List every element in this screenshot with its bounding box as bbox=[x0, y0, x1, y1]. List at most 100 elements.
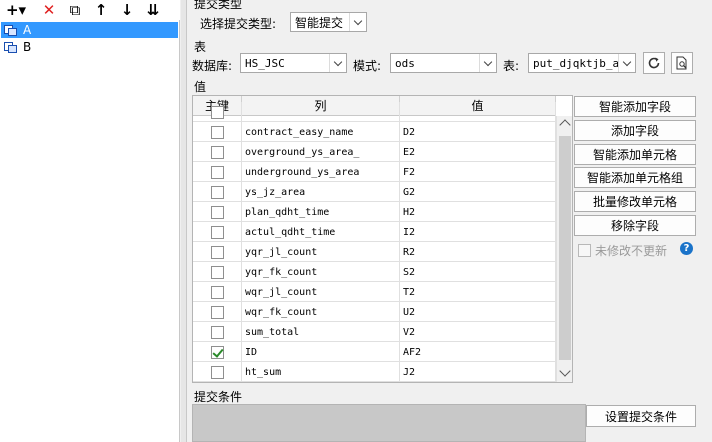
value-cell[interactable]: AF2 bbox=[400, 342, 556, 362]
submit-type-value: 智能提交 bbox=[295, 15, 344, 30]
add-field-button[interactable]: 添加字段 bbox=[574, 120, 696, 141]
value-cell[interactable]: G2 bbox=[400, 182, 556, 202]
table-row[interactable]: underground_ys_area F2 bbox=[193, 162, 556, 182]
sort-icon[interactable]: ⇊ bbox=[142, 0, 164, 20]
table-row[interactable]: ys_jz_area G2 bbox=[193, 182, 556, 202]
table-row[interactable]: ID AF2 bbox=[193, 342, 556, 362]
preview-button[interactable] bbox=[671, 52, 693, 74]
column-name-cell[interactable]: plan_qdht_time bbox=[242, 202, 400, 222]
primary-key-checkbox[interactable] bbox=[210, 345, 224, 359]
column-name-cell[interactable]: overground_ys_area_ bbox=[242, 142, 400, 162]
smart-add-field-button[interactable]: 智能添加字段 bbox=[574, 96, 696, 117]
value-cell[interactable]: J2 bbox=[400, 362, 556, 382]
table-row[interactable]: sum_total V2 bbox=[193, 322, 556, 342]
value-cell[interactable]: S2 bbox=[400, 262, 556, 282]
primary-key-checkbox[interactable] bbox=[210, 265, 224, 279]
remove-field-button[interactable]: 移除字段 bbox=[574, 215, 696, 236]
primary-key-checkbox[interactable] bbox=[210, 105, 224, 119]
column-name-cell[interactable]: yqr_fk_count bbox=[242, 262, 400, 282]
primary-key-checkbox[interactable] bbox=[210, 245, 224, 259]
table-row[interactable]: ht_sum J2 bbox=[193, 362, 556, 382]
table-row[interactable]: wqr_fk_count U2 bbox=[193, 302, 556, 322]
value-cell[interactable]: T2 bbox=[400, 282, 556, 302]
scroll-up-icon[interactable] bbox=[559, 119, 571, 131]
no-update-unmodified-checkbox[interactable] bbox=[578, 244, 591, 257]
chevron-down-icon bbox=[479, 54, 496, 72]
column-name-cell[interactable]: contract_easy_name bbox=[242, 122, 400, 142]
submit-type-section-title: 提交类型 bbox=[194, 0, 243, 11]
no-update-unmodified-option[interactable]: 未修改不更新 bbox=[578, 242, 667, 259]
value-cell[interactable]: E2 bbox=[400, 142, 556, 162]
table-row[interactable]: plan_qdht_time H2 bbox=[193, 202, 556, 222]
value-cell[interactable]: D2 bbox=[400, 122, 556, 142]
tree-item-b[interactable]: B bbox=[1, 39, 178, 55]
column-name-cell[interactable]: ys_jz_area bbox=[242, 182, 400, 202]
batch-modify-cell-button[interactable]: 批量修改单元格 bbox=[574, 191, 696, 212]
tree-item-label: A bbox=[23, 23, 32, 37]
primary-key-cell bbox=[193, 182, 242, 202]
primary-key-checkbox[interactable] bbox=[210, 185, 224, 199]
delete-icon[interactable]: ✕ bbox=[38, 0, 60, 20]
table-value: put_djqktjb_a bbox=[533, 56, 620, 70]
primary-key-checkbox[interactable] bbox=[210, 365, 224, 379]
primary-key-cell bbox=[193, 282, 242, 302]
preview-icon bbox=[676, 56, 687, 70]
value-cell[interactable]: F2 bbox=[400, 162, 556, 182]
submit-type-select[interactable]: 智能提交 bbox=[290, 12, 367, 32]
primary-key-checkbox[interactable] bbox=[210, 145, 224, 159]
move-down-icon[interactable]: ↓ bbox=[116, 0, 138, 20]
column-name-cell[interactable]: actul_qdht_time bbox=[242, 222, 400, 242]
primary-key-cell bbox=[193, 322, 242, 342]
column-name-cell[interactable]: ht_sum bbox=[242, 362, 400, 382]
column-name-cell[interactable]: yqr_jl_count bbox=[242, 242, 400, 262]
primary-key-checkbox[interactable] bbox=[210, 225, 224, 239]
primary-key-checkbox[interactable] bbox=[210, 205, 224, 219]
submit-type-label: 选择提交类型: bbox=[200, 17, 277, 31]
column-name-cell[interactable]: wqr_jl_count bbox=[242, 282, 400, 302]
move-up-icon[interactable]: ↑ bbox=[90, 0, 112, 20]
column-name-cell[interactable]: wqr_fk_count bbox=[242, 302, 400, 322]
primary-key-cell bbox=[193, 362, 242, 382]
table-row[interactable]: wqr_jl_count T2 bbox=[193, 282, 556, 302]
panel-splitter[interactable] bbox=[181, 0, 187, 442]
column-name-cell[interactable]: underground_ys_area bbox=[242, 162, 400, 182]
scroll-down-icon[interactable] bbox=[559, 365, 571, 377]
table-scrollbar[interactable] bbox=[556, 116, 572, 382]
table-row[interactable]: actul_qdht_time I2 bbox=[193, 222, 556, 242]
column-name-cell[interactable]: sum_total bbox=[242, 322, 400, 342]
help-icon[interactable]: ? bbox=[680, 242, 693, 255]
value-cell[interactable]: I2 bbox=[400, 222, 556, 242]
refresh-button[interactable] bbox=[643, 52, 665, 74]
value-cell[interactable]: U2 bbox=[400, 302, 556, 322]
schema-select[interactable]: ods bbox=[390, 53, 497, 73]
conditions-section-title: 提交条件 bbox=[194, 390, 243, 404]
primary-key-checkbox[interactable] bbox=[210, 165, 224, 179]
table-row[interactable]: contract_easy_name D2 bbox=[193, 122, 556, 142]
tree-item-a[interactable]: A bbox=[1, 22, 178, 38]
primary-key-cell bbox=[193, 142, 242, 162]
table-row[interactable]: yqr_fk_count S2 bbox=[193, 262, 556, 282]
table-select[interactable]: put_djqktjb_a bbox=[528, 53, 636, 73]
primary-key-checkbox[interactable] bbox=[210, 325, 224, 339]
primary-key-cell bbox=[193, 242, 242, 262]
set-conditions-button[interactable]: 设置提交条件 bbox=[586, 405, 696, 427]
column-name-cell[interactable]: ID bbox=[242, 342, 400, 362]
add-icon[interactable]: +▾ bbox=[2, 0, 30, 20]
table-row[interactable]: yqr_jl_count R2 bbox=[193, 242, 556, 262]
value-cell[interactable]: H2 bbox=[400, 202, 556, 222]
value-cell[interactable]: R2 bbox=[400, 242, 556, 262]
primary-key-checkbox[interactable] bbox=[210, 285, 224, 299]
primary-key-checkbox[interactable] bbox=[210, 125, 224, 139]
database-select[interactable]: HS_JSC bbox=[240, 53, 347, 73]
tree-item-label: B bbox=[23, 40, 32, 54]
scrollbar-thumb[interactable] bbox=[559, 136, 571, 360]
tree-toolbar: +▾ ✕ ⧉ ↑ ↓ ⇊ bbox=[0, 0, 180, 20]
value-cell[interactable]: V2 bbox=[400, 322, 556, 342]
table-row[interactable]: overground_ys_area_ E2 bbox=[193, 142, 556, 162]
copy-icon[interactable]: ⧉ bbox=[64, 0, 86, 20]
smart-add-cell-button[interactable]: 智能添加单元格 bbox=[574, 144, 696, 165]
primary-key-cell bbox=[193, 122, 242, 142]
table-row[interactable] bbox=[193, 102, 556, 122]
primary-key-checkbox[interactable] bbox=[210, 305, 224, 319]
smart-add-cell-group-button[interactable]: 智能添加单元格组 bbox=[574, 167, 696, 188]
